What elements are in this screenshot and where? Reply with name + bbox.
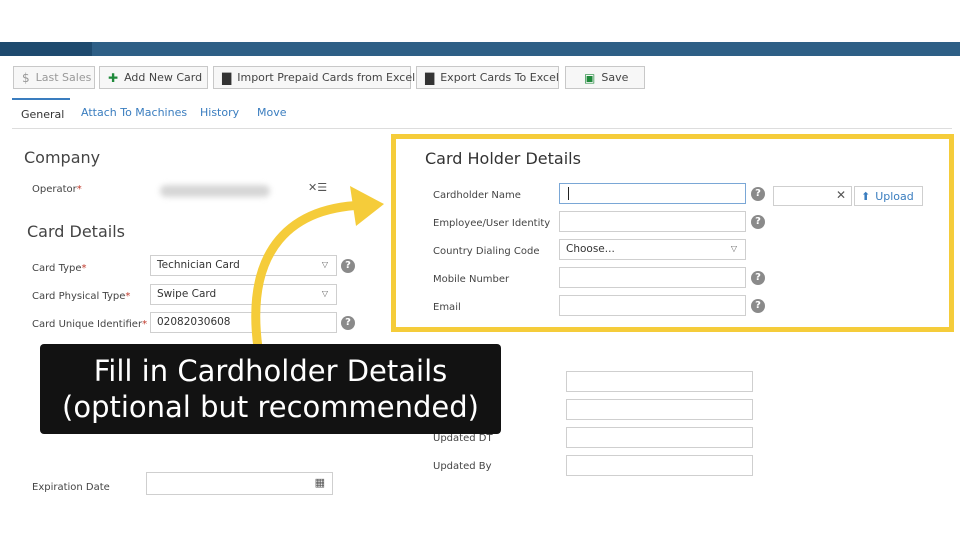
caption-overlay: Fill in Cardholder Details (optional but… <box>40 344 501 434</box>
help-icon[interactable]: ? <box>751 271 765 285</box>
excel-file-icon: ▇ <box>222 70 232 85</box>
add-new-card-label: Add New Card <box>124 71 203 84</box>
export-cards-label: Export Cards To Excel <box>440 71 559 84</box>
excel-file-icon: ▇ <box>425 70 435 85</box>
employee-identity-label: Employee/User Identity <box>433 218 551 229</box>
last-sales-label: Last Sales <box>35 71 92 84</box>
tab-general[interactable]: General <box>21 108 64 121</box>
save-icon: ▣ <box>584 70 596 85</box>
card-holder-details-heading: Card Holder Details <box>425 149 581 168</box>
chevron-down-icon: ▽ <box>321 260 328 269</box>
cardholder-name-label: Cardholder Name <box>433 190 521 201</box>
expiration-date-label: Expiration Date <box>32 482 110 493</box>
help-icon[interactable]: ? <box>751 299 765 313</box>
upload-button[interactable]: ⬆ Upload <box>854 186 923 206</box>
email-input[interactable] <box>559 295 746 316</box>
email-label: Email <box>433 302 461 313</box>
dollar-icon: $ <box>22 70 30 85</box>
operator-label: Operator* <box>32 184 82 195</box>
caption-line-2: (optional but recommended) <box>62 390 479 424</box>
updated-dt-label: Updated DT <box>433 433 493 444</box>
help-icon[interactable]: ? <box>751 187 765 201</box>
card-type-select[interactable]: Technician Card ▽ <box>150 255 337 276</box>
card-type-label-text: Card Type <box>32 263 82 274</box>
country-code-select[interactable]: Choose... ▽ <box>559 239 746 260</box>
plus-icon: ✚ <box>108 70 119 85</box>
operator-clear-list-icon[interactable]: ✕☰ <box>308 181 327 194</box>
operator-value-blurred[interactable] <box>160 185 270 197</box>
card-type-label: Card Type* <box>32 263 87 274</box>
physical-type-select[interactable]: Swipe Card ▽ <box>150 284 337 305</box>
caption-line-1: Fill in Cardholder Details <box>93 354 448 388</box>
header-active-tab[interactable] <box>0 42 92 56</box>
physical-type-label: Card Physical Type* <box>32 291 131 302</box>
physical-type-label-text: Card Physical Type <box>32 291 126 302</box>
physical-type-value: Swipe Card <box>157 288 217 300</box>
mobile-number-input[interactable] <box>559 267 746 288</box>
updated-by-field[interactable] <box>566 455 753 476</box>
tab-attach-to-machines[interactable]: Attach To Machines <box>81 106 187 119</box>
chevron-down-icon: ▽ <box>730 244 737 253</box>
card-type-value: Technician Card <box>157 259 240 271</box>
add-new-card-button[interactable]: ✚ Add New Card <box>99 66 208 89</box>
unique-id-value: 02082030608 <box>157 316 231 328</box>
help-icon[interactable]: ? <box>341 259 355 273</box>
mobile-number-label: Mobile Number <box>433 274 510 285</box>
updated-by-label: Updated By <box>433 461 492 472</box>
tab-bar: General Attach To Machines History Move <box>12 98 952 129</box>
unique-id-label-text: Card Unique Identifier <box>32 319 143 330</box>
country-code-label: Country Dialing Code <box>433 246 540 257</box>
save-label: Save <box>601 71 629 84</box>
help-icon[interactable]: ? <box>751 215 765 229</box>
tab-move[interactable]: Move <box>257 106 287 119</box>
save-button[interactable]: ▣ Save <box>565 66 645 89</box>
expiration-date-input[interactable]: ▦ <box>146 472 333 495</box>
top-header-bar <box>0 42 960 56</box>
updated-dt-field[interactable] <box>566 427 753 448</box>
unique-id-label: Card Unique Identifier* <box>32 319 148 330</box>
calendar-icon[interactable]: ▦ <box>315 476 325 489</box>
operator-label-text: Operator <box>32 184 77 195</box>
tab-history[interactable]: History <box>200 106 239 119</box>
card-holder-details-panel: Card Holder Details Cardholder Name ? Em… <box>391 134 954 332</box>
last-sales-button[interactable]: $ Last Sales <box>13 66 95 89</box>
upload-icon: ⬆ <box>861 189 871 203</box>
upload-label: Upload <box>875 189 914 203</box>
text-caret <box>568 187 569 200</box>
misc-field-1[interactable] <box>566 371 753 392</box>
unique-id-input[interactable]: 02082030608 <box>150 312 337 333</box>
cardholder-name-input[interactable] <box>559 183 746 204</box>
employee-identity-input[interactable] <box>559 211 746 232</box>
photo-file-input[interactable]: ✕ <box>773 186 852 206</box>
misc-field-2[interactable] <box>566 399 753 420</box>
active-tab-indicator <box>12 98 70 100</box>
import-prepaid-label: Import Prepaid Cards from Excel <box>237 71 416 84</box>
chevron-down-icon: ▽ <box>321 289 328 298</box>
export-cards-button[interactable]: ▇ Export Cards To Excel <box>416 66 559 89</box>
import-prepaid-button[interactable]: ▇ Import Prepaid Cards from Excel <box>213 66 415 89</box>
company-heading: Company <box>24 148 101 167</box>
help-icon[interactable]: ? <box>341 316 355 330</box>
card-details-heading: Card Details <box>27 222 125 241</box>
clear-icon[interactable]: ✕ <box>836 188 846 202</box>
country-code-value: Choose... <box>566 243 615 255</box>
